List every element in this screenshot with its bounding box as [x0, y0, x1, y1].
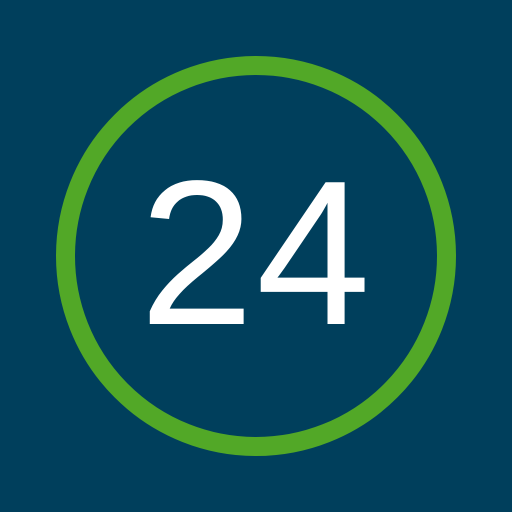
- badge-number: 24: [139, 138, 373, 368]
- badge-tile: 24: [0, 0, 512, 512]
